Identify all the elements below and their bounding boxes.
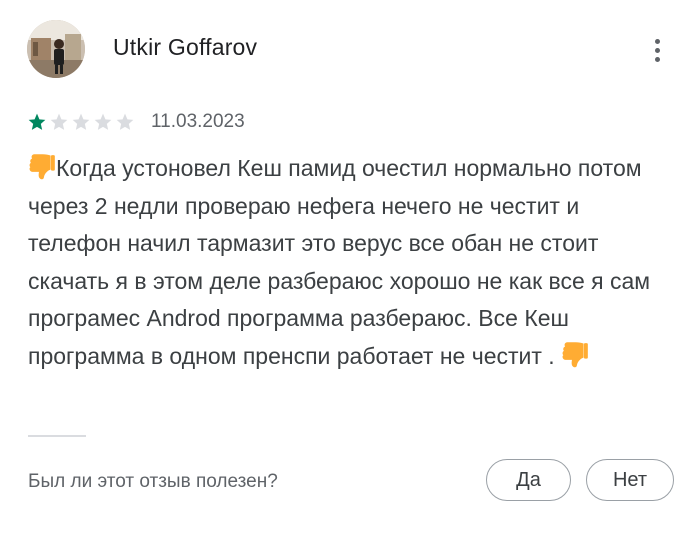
more-vert-dot [654, 38, 660, 44]
helpful-yes-button[interactable]: Да [486, 459, 571, 501]
reviewer-name: Utkir Goffarov [113, 34, 258, 60]
star-filled-icon [28, 113, 46, 130]
reviewer-avatar [27, 20, 85, 78]
rating-row: 11.03.2023 [27, 108, 245, 136]
star-empty-icon [72, 113, 90, 130]
avatar-photo [27, 20, 85, 78]
divider [28, 435, 86, 437]
review-date: 11.03.2023 [151, 111, 245, 132]
star-empty-icon [94, 113, 112, 130]
more-vert-dot [654, 56, 660, 62]
star-rating [27, 112, 135, 132]
thumbs-down-icon [561, 340, 589, 368]
review-text: Когда устоновел Кеш памид очестил нормал… [28, 150, 678, 375]
review-body-text: Когда устоновел Кеш памид очестил нормал… [28, 155, 651, 369]
helpful-question: Был ли этот отзыв полезен? [28, 471, 278, 492]
more-vert-dot [654, 47, 660, 53]
thumbs-down-icon [28, 152, 56, 180]
star-empty-icon [116, 113, 134, 130]
helpful-no-button[interactable]: Нет [586, 459, 674, 501]
more-vert-icon[interactable] [640, 30, 674, 70]
star-empty-icon [50, 113, 68, 130]
